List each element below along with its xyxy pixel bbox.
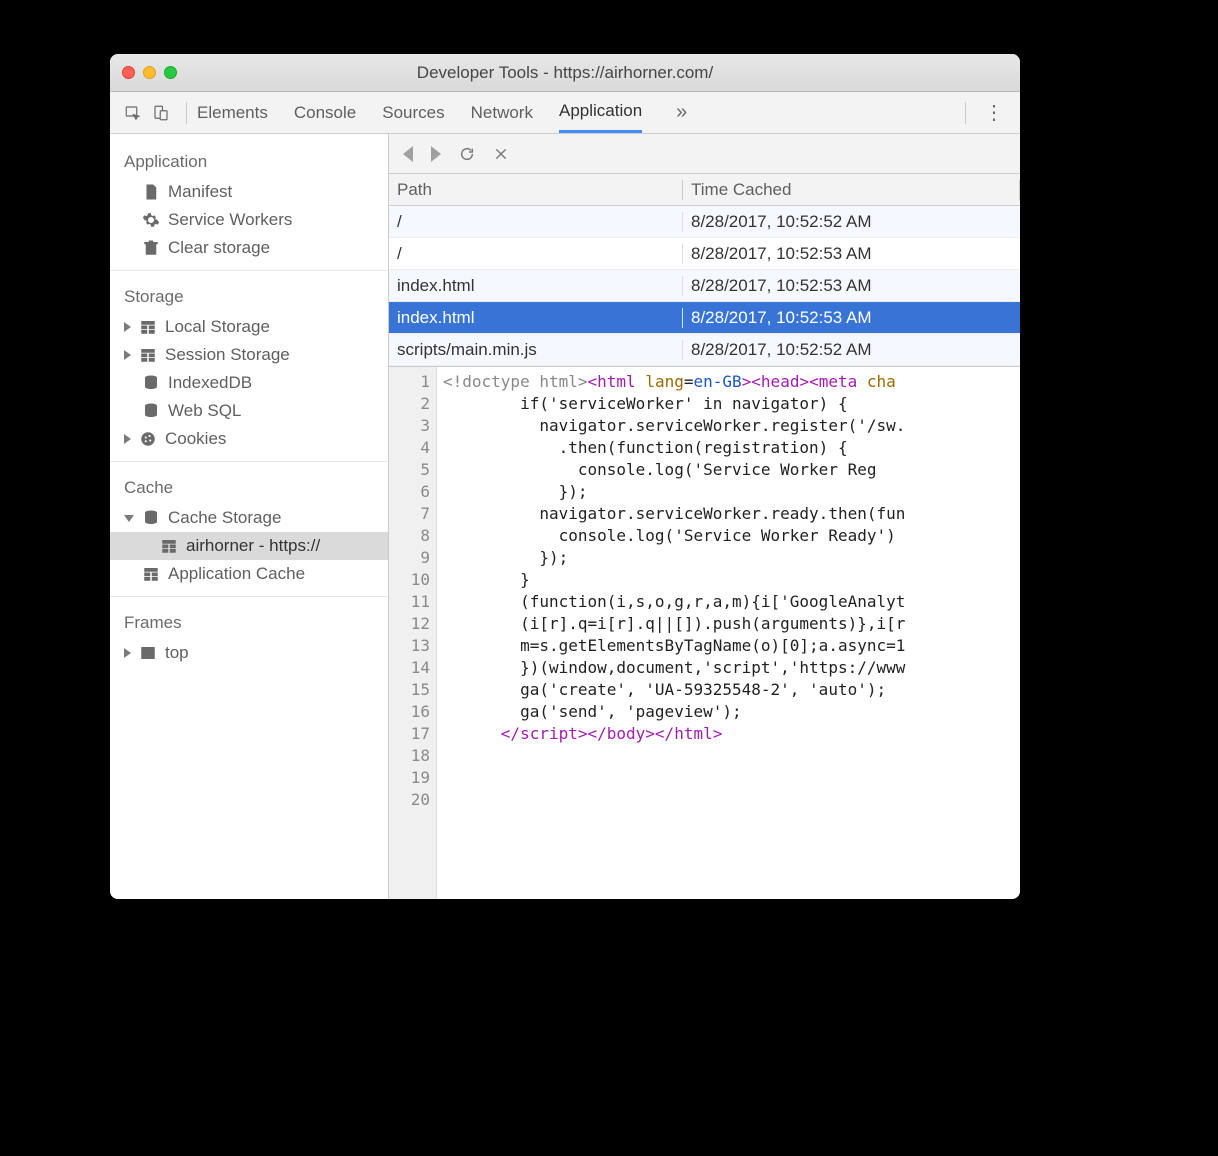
sidebar-item-label: Clear storage [168, 238, 270, 258]
column-header-time[interactable]: Time Cached [683, 180, 1020, 200]
database-icon [142, 509, 160, 527]
cell-path: / [389, 212, 683, 232]
close-button[interactable] [122, 66, 135, 79]
sidebar-item-label: airhorner - https:// [186, 536, 320, 556]
cache-toolbar [389, 134, 1020, 174]
tab-sources[interactable]: Sources [382, 92, 444, 133]
cell-time: 8/28/2017, 10:52:52 AM [683, 340, 1020, 360]
line-gutter: 1234567891011121314151617181920 [389, 367, 437, 899]
cell-path: index.html [389, 308, 683, 328]
source-preview: 1234567891011121314151617181920 <!doctyp… [389, 367, 1020, 899]
divider [186, 102, 187, 124]
cell-time: 8/28/2017, 10:52:52 AM [683, 212, 1020, 232]
sidebar-item-label: Session Storage [165, 345, 290, 365]
expand-caret-icon[interactable] [124, 434, 131, 444]
table-icon [160, 537, 178, 555]
tabs: Elements Console Sources Network Applica… [197, 92, 695, 133]
divider [965, 102, 966, 124]
sidebar-item-label: Cookies [165, 429, 226, 449]
code-content[interactable]: <!doctype html><html lang=en-GB><head><m… [437, 367, 1020, 899]
device-toggle-icon[interactable] [152, 104, 170, 122]
cache-table: Path Time Cached /8/28/2017, 10:52:52 AM… [389, 174, 1020, 367]
table-header: Path Time Cached [389, 174, 1020, 206]
application-sidebar: Application Manifest Service Workers Cle… [110, 134, 389, 899]
minimize-button[interactable] [143, 66, 156, 79]
forward-button[interactable] [431, 146, 441, 162]
titlebar: Developer Tools - https://airhorner.com/ [110, 54, 1020, 92]
refresh-icon[interactable] [459, 146, 475, 162]
traffic-lights [122, 66, 177, 79]
tab-network[interactable]: Network [471, 92, 533, 133]
sidebar-item-label: IndexedDB [168, 373, 252, 393]
table-row[interactable]: /8/28/2017, 10:52:53 AM [389, 238, 1020, 270]
sidebar-item-cookies[interactable]: Cookies [110, 425, 388, 453]
sidebar-item-local-storage[interactable]: Local Storage [110, 313, 388, 341]
content: Application Manifest Service Workers Cle… [110, 134, 1020, 899]
tab-console[interactable]: Console [294, 92, 356, 133]
sidebar-item-label: top [165, 643, 189, 663]
trash-icon [142, 239, 160, 257]
tab-elements[interactable]: Elements [197, 92, 268, 133]
expand-caret-icon[interactable] [124, 322, 131, 332]
sidebar-item-session-storage[interactable]: Session Storage [110, 341, 388, 369]
column-header-path[interactable]: Path [389, 180, 683, 200]
table-icon [142, 565, 160, 583]
maximize-button[interactable] [164, 66, 177, 79]
sidebar-item-manifest[interactable]: Manifest [110, 178, 388, 206]
sidebar-item-application-cache[interactable]: Application Cache [110, 560, 388, 588]
expand-caret-icon[interactable] [124, 648, 131, 658]
cell-path: / [389, 244, 683, 264]
sidebar-item-clear-storage[interactable]: Clear storage [110, 234, 388, 262]
table-row[interactable]: index.html8/28/2017, 10:52:53 AM [389, 302, 1020, 334]
section-application: Application [110, 144, 388, 178]
database-icon [142, 374, 160, 392]
sidebar-item-cache-entry[interactable]: airhorner - https:// [110, 532, 388, 560]
main-panel: Path Time Cached /8/28/2017, 10:52:52 AM… [389, 134, 1020, 899]
cell-time: 8/28/2017, 10:52:53 AM [683, 276, 1020, 296]
sidebar-item-frames-top[interactable]: top [110, 639, 388, 667]
sidebar-item-label: Application Cache [168, 564, 305, 584]
table-row[interactable]: scripts/main.min.js8/28/2017, 10:52:52 A… [389, 334, 1020, 366]
sidebar-item-service-workers[interactable]: Service Workers [110, 206, 388, 234]
table-icon [139, 346, 157, 364]
kebab-menu-icon[interactable]: ⋮ [976, 100, 1012, 125]
gear-icon [142, 211, 160, 229]
sidebar-item-label: Cache Storage [168, 508, 281, 528]
tab-application[interactable]: Application [559, 92, 642, 133]
table-icon [139, 318, 157, 336]
collapse-caret-icon[interactable] [124, 515, 134, 522]
inspect-icon[interactable] [124, 104, 142, 122]
tabs-overflow-button[interactable]: » [668, 101, 695, 124]
cookie-icon [139, 430, 157, 448]
table-row[interactable]: index.html8/28/2017, 10:52:53 AM [389, 270, 1020, 302]
section-frames: Frames [110, 605, 388, 639]
database-icon [142, 402, 160, 420]
cell-time: 8/28/2017, 10:52:53 AM [683, 244, 1020, 264]
sidebar-item-label: Service Workers [168, 210, 292, 230]
cell-time: 8/28/2017, 10:52:53 AM [683, 308, 1020, 328]
section-cache: Cache [110, 470, 388, 504]
frame-icon [139, 644, 157, 662]
devtools-window: Developer Tools - https://airhorner.com/… [110, 54, 1020, 899]
table-row[interactable]: /8/28/2017, 10:52:52 AM [389, 206, 1020, 238]
delete-icon[interactable] [493, 146, 509, 162]
sidebar-item-indexeddb[interactable]: IndexedDB [110, 369, 388, 397]
sidebar-item-cache-storage[interactable]: Cache Storage [110, 504, 388, 532]
cell-path: scripts/main.min.js [389, 340, 683, 360]
devtools-tabbar: Elements Console Sources Network Applica… [110, 92, 1020, 134]
file-icon [142, 183, 160, 201]
sidebar-item-web-sql[interactable]: Web SQL [110, 397, 388, 425]
sidebar-item-label: Web SQL [168, 401, 241, 421]
back-button[interactable] [403, 146, 413, 162]
sidebar-item-label: Manifest [168, 182, 232, 202]
window-title: Developer Tools - https://airhorner.com/ [110, 63, 1020, 83]
section-storage: Storage [110, 279, 388, 313]
cell-path: index.html [389, 276, 683, 296]
expand-caret-icon[interactable] [124, 350, 131, 360]
sidebar-item-label: Local Storage [165, 317, 270, 337]
